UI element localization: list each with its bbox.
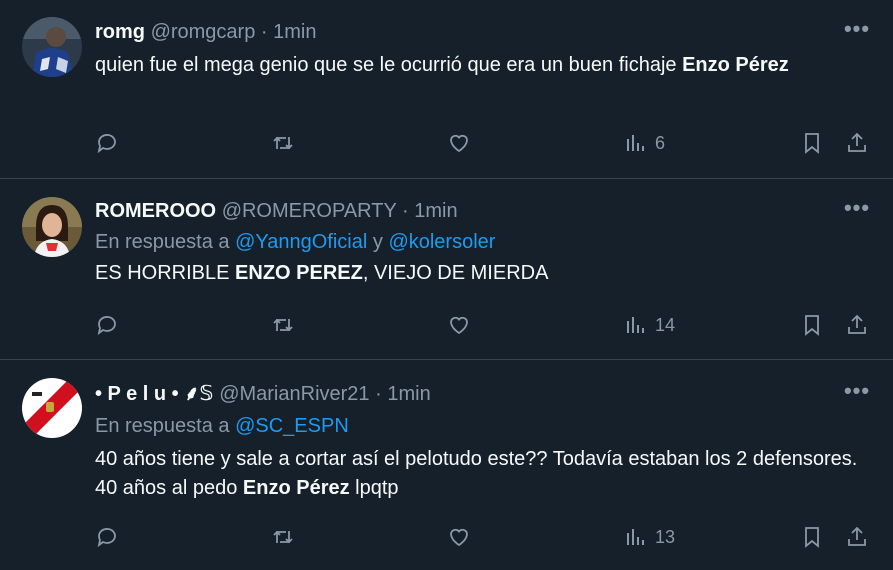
share-icon bbox=[848, 526, 866, 546]
reply-icon bbox=[97, 134, 116, 154]
retweet-button[interactable] bbox=[271, 128, 295, 158]
tweet[interactable]: ••• ROMEROOO @ROMEROPARTY · 1min En resp… bbox=[0, 179, 893, 360]
share-button[interactable] bbox=[845, 128, 869, 158]
bookmark-button[interactable] bbox=[800, 310, 824, 340]
views-button[interactable]: 13 bbox=[623, 522, 675, 552]
avatar[interactable] bbox=[22, 378, 82, 438]
handle[interactable]: @MarianRiver21 bbox=[219, 383, 369, 405]
avatar[interactable] bbox=[22, 197, 82, 257]
bookmark-icon bbox=[805, 527, 819, 548]
mention-link[interactable]: @kolersoler bbox=[388, 231, 495, 253]
timestamp[interactable]: 1min bbox=[387, 383, 430, 405]
views-button[interactable]: 14 bbox=[623, 310, 675, 340]
view-count: 13 bbox=[655, 526, 676, 547]
reply-context: En respuesta a @SC_ESPN bbox=[95, 415, 349, 437]
retweet-icon bbox=[273, 136, 293, 150]
retweet-icon bbox=[273, 530, 293, 544]
tweet-header: ROMEROOO @ROMEROPARTY · 1min bbox=[95, 198, 873, 224]
reply-context: En respuesta a @YanngOficial y @kolersol… bbox=[95, 231, 496, 253]
tweet[interactable]: ••• • P e l u • ⸙𝕊 @MarianRiver21 · 1min… bbox=[0, 360, 893, 570]
handle[interactable]: @romgcarp bbox=[151, 21, 256, 43]
display-name[interactable]: • P e l u • ⸙𝕊 bbox=[95, 383, 214, 405]
view-count: 6 bbox=[655, 132, 666, 153]
heart-icon bbox=[450, 316, 468, 335]
tweet-text: quien fue el mega genio que se le ocurri… bbox=[95, 54, 789, 76]
like-button[interactable] bbox=[447, 310, 471, 340]
display-name[interactable]: ROMEROOO bbox=[95, 200, 216, 222]
reply-icon bbox=[97, 528, 116, 548]
separator: · bbox=[402, 200, 409, 222]
views-icon bbox=[627, 135, 644, 151]
share-button[interactable] bbox=[845, 522, 869, 552]
tweet-text: ES HORRIBLE ENZO PEREZ, VIEJO DE MIERDA bbox=[95, 262, 549, 284]
reply-button[interactable] bbox=[95, 310, 119, 340]
reply-icon bbox=[97, 316, 116, 336]
reply-button[interactable] bbox=[95, 128, 119, 158]
retweet-button[interactable] bbox=[271, 310, 295, 340]
share-icon bbox=[848, 132, 866, 152]
separator: · bbox=[375, 383, 382, 405]
views-button[interactable]: 6 bbox=[623, 128, 665, 158]
bookmark-icon bbox=[805, 133, 819, 154]
like-button[interactable] bbox=[447, 522, 471, 552]
tweet[interactable]: ••• romg @romgcarp · 1min quien fue el m… bbox=[0, 0, 893, 179]
bookmark-button[interactable] bbox=[800, 128, 824, 158]
share-icon bbox=[848, 314, 866, 334]
mention-link[interactable]: @YanngOficial bbox=[235, 231, 367, 253]
like-button[interactable] bbox=[447, 128, 471, 158]
tweet-header: romg @romgcarp · 1min bbox=[95, 19, 873, 45]
timestamp[interactable]: 1min bbox=[273, 21, 316, 43]
handle[interactable]: @ROMEROPARTY bbox=[222, 200, 397, 222]
action-bar: 14 bbox=[95, 310, 871, 340]
retweet-button[interactable] bbox=[271, 522, 295, 552]
mention-link[interactable]: @SC_ESPN bbox=[235, 415, 349, 437]
action-bar: 13 bbox=[95, 522, 871, 552]
heart-icon bbox=[450, 134, 468, 153]
retweet-icon bbox=[273, 318, 293, 332]
timeline: ••• romg @romgcarp · 1min quien fue el m… bbox=[0, 0, 893, 570]
views-icon bbox=[627, 529, 644, 545]
views-icon bbox=[627, 317, 644, 333]
separator: · bbox=[260, 21, 268, 43]
tweet-text: 40 años tiene y sale a cortar así el pel… bbox=[95, 448, 858, 499]
share-button[interactable] bbox=[845, 310, 869, 340]
display-name[interactable]: romg bbox=[95, 21, 145, 43]
heart-icon bbox=[450, 528, 468, 547]
avatar[interactable] bbox=[22, 17, 82, 77]
reply-button[interactable] bbox=[95, 522, 119, 552]
timestamp[interactable]: 1min bbox=[414, 200, 457, 222]
action-bar: 6 bbox=[95, 128, 871, 158]
view-count: 14 bbox=[655, 314, 676, 335]
tweet-header: • P e l u • ⸙𝕊 @MarianRiver21 · 1min bbox=[95, 381, 873, 407]
bookmark-icon bbox=[805, 315, 819, 336]
bookmark-button[interactable] bbox=[800, 522, 824, 552]
